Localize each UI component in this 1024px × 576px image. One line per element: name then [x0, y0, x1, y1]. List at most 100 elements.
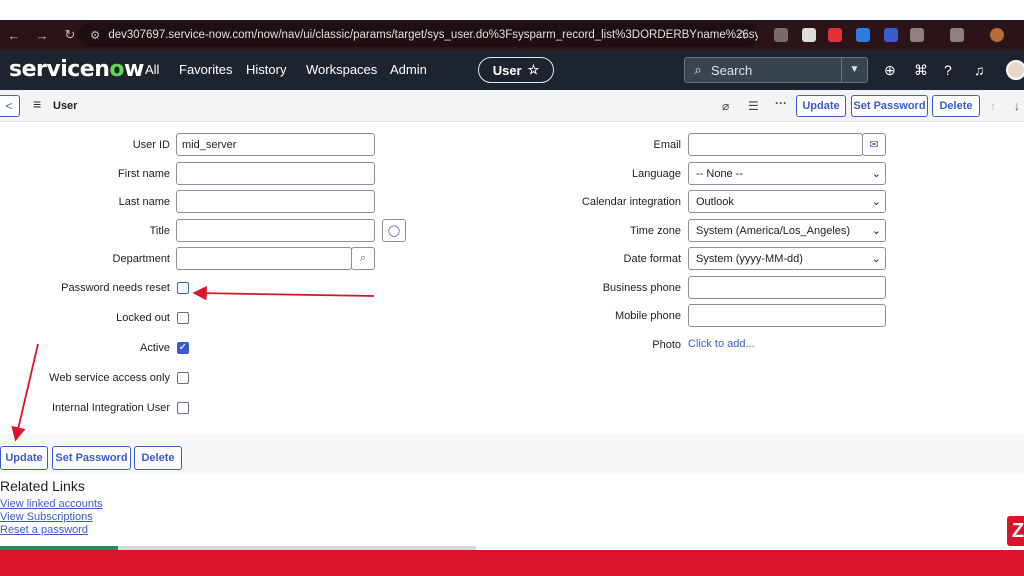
department-lookup-search-icon[interactable]: ⌕	[351, 247, 375, 270]
envelope-icon[interactable]: ✉	[862, 133, 886, 156]
context-pill[interactable]: User ☆	[478, 57, 554, 83]
internal-integration-user-checkbox[interactable]	[177, 402, 189, 414]
more-options-icon[interactable]: ···	[775, 96, 787, 110]
app-header: servicenow All Favorites History Workspa…	[0, 50, 1024, 90]
photo-label: Photo	[652, 339, 681, 351]
settings-sliders-icon[interactable]: ☰	[748, 99, 759, 113]
arrow-down-icon[interactable]: ↓	[1014, 99, 1020, 113]
extension-icon[interactable]	[774, 28, 788, 42]
bell-icon[interactable]: ♫	[974, 62, 985, 78]
lightbulb-icon[interactable]: ◯	[382, 219, 406, 242]
date-format-label: Date format	[623, 253, 681, 265]
annotation-arrow-to-checkbox	[192, 285, 375, 301]
browser-toolbar: ← → ↻ ⚙ dev307697.service-now.com/now/na…	[0, 20, 1024, 50]
paperclip-icon[interactable]: ⌀	[722, 99, 729, 113]
set-password-button-bottom[interactable]: Set Password	[52, 446, 131, 470]
related-links-title: Related Links	[0, 478, 85, 494]
star-icon[interactable]: ☆	[528, 62, 540, 78]
delete-button-bottom[interactable]: Delete	[134, 446, 182, 470]
extension-icon[interactable]	[802, 28, 816, 42]
locked-out-label: Locked out	[116, 312, 170, 324]
hamburger-menu-icon[interactable]: ≡	[33, 96, 41, 112]
title-field[interactable]	[176, 219, 375, 242]
nav-workspaces[interactable]: Workspaces	[306, 62, 377, 77]
calendar-integration-value: Outlook	[696, 195, 734, 208]
forward-arrow-icon[interactable]: →	[28, 28, 56, 43]
chevron-down-icon[interactable]: ▼	[841, 58, 867, 82]
date-format-select[interactable]: System (yyyy-MM-dd) ⌄	[688, 247, 886, 270]
web-service-access-only-checkbox[interactable]	[177, 372, 189, 384]
avatar[interactable]	[1006, 60, 1024, 80]
active-checkbox[interactable]: ✓	[177, 342, 189, 354]
business-phone-label: Business phone	[602, 282, 681, 294]
brand-badge[interactable]: Z	[1007, 516, 1024, 546]
locked-out-checkbox[interactable]	[177, 312, 189, 324]
language-value: -- None --	[696, 167, 744, 180]
view-linked-accounts-link[interactable]: View linked accounts	[0, 498, 103, 510]
time-zone-select[interactable]: System (America/Los_Angeles) ⌄	[688, 219, 886, 242]
email-field[interactable]	[688, 133, 863, 156]
logo-text: servicen	[9, 57, 110, 82]
password-needs-reset-checkbox[interactable]	[177, 282, 189, 294]
nav-all[interactable]: All	[145, 62, 159, 77]
annotation-arrow-to-update	[11, 343, 39, 442]
help-icon[interactable]: ?	[944, 62, 952, 78]
window-icon[interactable]	[950, 28, 964, 42]
back-button[interactable]: <	[0, 95, 20, 117]
footer-banner	[0, 550, 1024, 576]
reset-password-link[interactable]: Reset a password	[0, 524, 88, 536]
calendar-integration-label: Calendar integration	[581, 196, 681, 208]
mobile-phone-field[interactable]	[688, 304, 886, 327]
password-needs-reset-label: Password needs reset	[61, 282, 170, 294]
puzzle-icon[interactable]	[910, 28, 924, 42]
form-header: < ≡ User ⌀ ☰ ··· Update Set Password Del…	[0, 90, 1024, 122]
profile-avatar-icon[interactable]	[990, 28, 1004, 42]
last-name-label: Last name	[118, 196, 170, 208]
extension-icon[interactable]	[856, 28, 870, 42]
user-id-field[interactable]: mid_server	[176, 133, 375, 156]
chat-icon[interactable]: ⌘	[914, 62, 928, 79]
context-pill-label: User	[492, 62, 522, 78]
department-label: Department	[112, 253, 170, 265]
form-title: User	[53, 100, 78, 112]
language-label: Language	[632, 168, 681, 180]
bookmark-star-icon[interactable]: ☆	[736, 27, 748, 43]
business-phone-field[interactable]	[688, 276, 886, 299]
servicenow-logo[interactable]: servicenow	[9, 57, 144, 82]
nav-favorites[interactable]: Favorites	[179, 62, 232, 77]
mobile-phone-label: Mobile phone	[614, 310, 681, 322]
site-info-icon[interactable]: ⚙	[90, 28, 100, 42]
language-select[interactable]: -- None -- ⌄	[688, 162, 886, 185]
delete-button-top[interactable]: Delete	[932, 95, 980, 117]
chevron-down-icon: ⌄	[871, 168, 881, 180]
time-zone-value: System (America/Los_Angeles)	[696, 224, 851, 237]
browser-top-strip	[0, 0, 1024, 20]
time-zone-label: Time zone	[630, 225, 681, 237]
first-name-label: First name	[118, 168, 170, 180]
arrow-up-icon[interactable]: ↑	[990, 99, 996, 113]
email-label: Email	[653, 139, 681, 151]
extension-icon[interactable]	[884, 28, 898, 42]
global-search[interactable]: ⌕ Search ▼	[684, 57, 868, 83]
view-subscriptions-link[interactable]: View Subscriptions	[0, 511, 93, 523]
screen: ← → ↻ ⚙ dev307697.service-now.com/now/na…	[0, 0, 1024, 576]
web-service-access-only-label: Web service access only	[49, 372, 170, 384]
address-bar[interactable]: ⚙ dev307697.service-now.com/now/nav/ui/c…	[78, 23, 758, 47]
chevron-down-icon: ⌄	[871, 253, 881, 265]
last-name-field[interactable]	[176, 190, 375, 213]
nav-admin[interactable]: Admin	[390, 62, 427, 77]
photo-add-link[interactable]: Click to add...	[688, 338, 755, 350]
first-name-field[interactable]	[176, 162, 375, 185]
calendar-integration-select[interactable]: Outlook ⌄	[688, 190, 886, 213]
title-label: Title	[149, 225, 170, 237]
nav-history[interactable]: History	[246, 62, 286, 77]
set-password-button-top[interactable]: Set Password	[851, 95, 928, 117]
search-icon: ⌕	[694, 62, 702, 77]
update-button-bottom[interactable]: Update	[0, 446, 48, 470]
extension-icon[interactable]	[828, 28, 842, 42]
internal-integration-user-label: Internal Integration User	[51, 402, 170, 414]
update-button-top[interactable]: Update	[796, 95, 846, 117]
department-field[interactable]	[176, 247, 352, 270]
globe-icon[interactable]: ⊕	[884, 62, 896, 79]
back-arrow-icon[interactable]: ←	[0, 28, 28, 43]
